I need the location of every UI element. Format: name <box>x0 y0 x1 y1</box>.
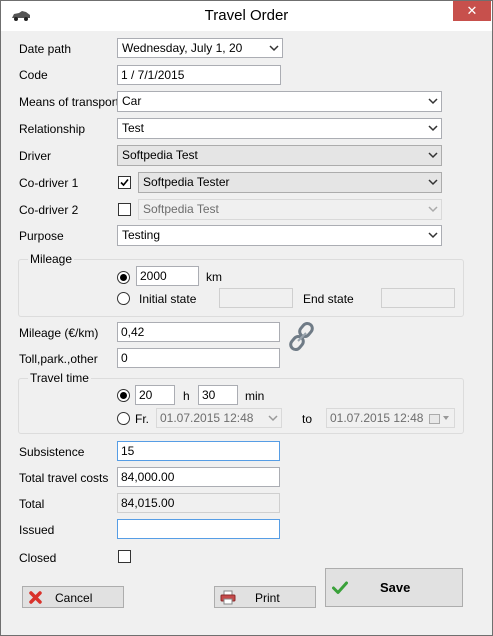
chevron-down-icon <box>428 206 438 213</box>
issued-field[interactable] <box>117 519 280 539</box>
chevron-down-icon <box>428 125 438 132</box>
travel-order-window: Travel Order ✕ Date path Wednesday, July… <box>0 0 493 636</box>
means-of-transport-label: Means of transport <box>19 95 120 109</box>
minutes-field[interactable]: 30 <box>198 385 238 405</box>
to-datetime-value: 01.07.2015 12:48 <box>330 411 424 425</box>
travel-time-group-title: Travel time <box>28 371 91 385</box>
chevron-down-icon <box>268 415 278 422</box>
relationship-value: Test <box>122 121 145 135</box>
driver-label: Driver <box>19 149 51 163</box>
driver-select[interactable]: Softpedia Test <box>117 145 442 166</box>
to-datetime-picker[interactable]: 01.07.2015 12:48 <box>326 408 455 428</box>
chevron-down-icon <box>443 416 449 420</box>
end-state-label: End state <box>303 292 354 306</box>
relationship-label: Relationship <box>19 122 86 136</box>
co-driver-1-value: Softpedia Tester <box>143 175 230 189</box>
driver-value: Softpedia Test <box>122 148 198 162</box>
print-button-label: Print <box>255 591 280 605</box>
end-state-field[interactable] <box>381 288 455 308</box>
from-to-radio[interactable] <box>117 412 130 425</box>
relationship-select[interactable]: Test <box>117 118 442 139</box>
checkmark-icon <box>120 178 129 187</box>
window-title: Travel Order <box>204 7 289 24</box>
initial-state-field[interactable] <box>219 288 293 308</box>
means-of-transport-value: Car <box>122 94 142 108</box>
co-driver-2-value: Softpedia Test <box>143 202 219 216</box>
duration-radio[interactable] <box>117 389 130 402</box>
date-path-picker[interactable]: Wednesday, July 1, 20 <box>117 38 283 58</box>
from-label: Fr. <box>135 412 149 426</box>
co-driver-1-checkbox[interactable] <box>118 176 131 189</box>
purpose-value: Testing <box>122 228 161 242</box>
chevron-down-icon <box>428 179 438 186</box>
checkmark-icon <box>332 581 348 594</box>
from-datetime-picker[interactable]: 01.07.2015 12:48 <box>156 408 282 428</box>
toll-label: Toll,park.,other <box>19 352 98 366</box>
cancel-button-label: Cancel <box>55 591 93 605</box>
co-driver-1-select[interactable]: Softpedia Tester <box>138 172 442 193</box>
purpose-label: Purpose <box>19 229 64 243</box>
means-of-transport-select[interactable]: Car <box>117 91 442 112</box>
subsistence-field[interactable]: 15 <box>117 441 280 461</box>
total-travel-costs-field[interactable]: 84,000.00 <box>117 467 280 487</box>
close-icon[interactable]: ✕ <box>453 1 491 21</box>
hours-field[interactable]: 20 <box>135 385 175 405</box>
print-button[interactable]: Print <box>214 586 316 608</box>
closed-checkbox[interactable] <box>118 550 131 563</box>
km-unit-label: km <box>206 270 222 284</box>
total-travel-costs-label: Total travel costs <box>19 471 109 485</box>
code-field[interactable]: 1 / 7/1/2015 <box>117 65 281 85</box>
hours-unit-label: h <box>183 389 190 403</box>
total-field: 84,015.00 <box>117 493 280 513</box>
total-label: Total <box>19 497 45 511</box>
chevron-down-icon <box>428 152 438 159</box>
cancel-button[interactable]: Cancel <box>22 586 124 608</box>
issued-label: Issued <box>19 523 55 537</box>
toll-field[interactable]: 0 <box>117 348 280 368</box>
calendar-icon <box>429 414 440 424</box>
mileage-group-title: Mileage <box>28 252 75 266</box>
code-label: Code <box>19 68 48 82</box>
mileage-km-field[interactable]: 2000 <box>136 266 199 286</box>
purpose-select[interactable]: Testing <box>117 225 442 246</box>
date-path-value: Wednesday, July 1, 20 <box>122 41 243 55</box>
minutes-unit-label: min <box>245 389 265 403</box>
co-driver-2-select[interactable]: Softpedia Test <box>138 199 442 220</box>
chevron-down-icon <box>428 98 438 105</box>
initial-state-label: Initial state <box>139 292 197 306</box>
co-driver-2-checkbox[interactable] <box>118 203 131 216</box>
printer-icon <box>220 590 236 605</box>
title-bar: Travel Order ✕ <box>1 1 492 31</box>
date-path-label: Date path <box>19 42 72 56</box>
from-datetime-value: 01.07.2015 12:48 <box>160 411 254 425</box>
chain-link-icon[interactable] <box>287 321 317 353</box>
mileage-rate-label: Mileage (€/km) <box>19 326 99 340</box>
initial-state-radio[interactable] <box>117 292 130 305</box>
chevron-down-icon <box>269 45 279 52</box>
closed-label: Closed <box>19 551 57 565</box>
save-button[interactable]: Save <box>325 568 463 607</box>
subsistence-label: Subsistence <box>19 445 85 459</box>
mileage-km-radio[interactable] <box>117 271 130 284</box>
to-label: to <box>302 412 313 426</box>
cancel-x-icon <box>29 591 42 604</box>
chevron-down-icon <box>428 232 438 239</box>
co-driver-2-label: Co-driver 2 <box>19 203 79 217</box>
co-driver-1-label: Co-driver 1 <box>19 176 79 190</box>
save-button-label: Save <box>380 580 411 595</box>
mileage-rate-field[interactable]: 0,42 <box>117 322 280 342</box>
